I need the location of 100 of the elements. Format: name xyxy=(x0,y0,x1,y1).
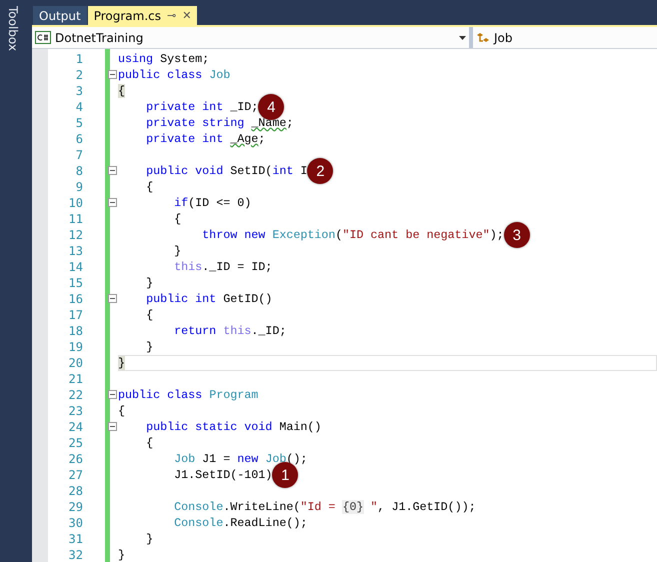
close-icon[interactable]: ✕ xyxy=(182,10,192,21)
editor-tab[interactable]: Program.cs ⊸ ✕ xyxy=(88,6,198,25)
line-number: 4 xyxy=(74,100,83,114)
pin-icon[interactable]: ⊸ xyxy=(166,10,176,21)
code-token: } xyxy=(146,276,154,290)
code-token: GetID() xyxy=(223,292,272,306)
line-number: 5 xyxy=(74,116,83,130)
line-number: 21 xyxy=(68,372,83,386)
collapse-icon[interactable] xyxy=(108,294,117,303)
code-token: { xyxy=(118,84,126,98)
code-token: } xyxy=(174,244,182,258)
code-token: if xyxy=(174,196,188,210)
code-token: Main() xyxy=(279,420,322,434)
line-number: 15 xyxy=(68,276,83,290)
code-token: "ID cant be negative" xyxy=(342,228,490,242)
line-number: 22 xyxy=(68,388,83,402)
line-number: 6 xyxy=(74,132,83,146)
code-token: this xyxy=(223,324,252,338)
line-number: 17 xyxy=(68,308,83,322)
collapse-icon[interactable] xyxy=(108,70,117,79)
code-token: ._ID; xyxy=(251,324,286,338)
code-token: int xyxy=(272,164,294,178)
code-token: , J1.GetID()); xyxy=(378,500,476,514)
code-token: { xyxy=(146,308,154,322)
code-token: J1.SetID(-101) xyxy=(174,468,272,482)
code-token: ; xyxy=(286,116,294,130)
code-token: _Age xyxy=(230,132,258,146)
step-badge: 3 xyxy=(504,222,530,248)
code-token: Job xyxy=(209,68,230,82)
code-token: .WriteLine( xyxy=(223,500,300,514)
code-token: public class xyxy=(118,388,202,402)
code-token: ); xyxy=(490,228,504,242)
code-token: } xyxy=(146,532,154,546)
code-token: { xyxy=(146,180,154,194)
code-token: new xyxy=(237,452,258,466)
collapse-icon[interactable] xyxy=(108,198,117,207)
code-token: .ReadLine(); xyxy=(223,516,308,530)
code-token: private string xyxy=(146,116,246,130)
line-number: 3 xyxy=(74,84,83,98)
code-token: (ID <= 0) xyxy=(188,196,252,210)
code-token: _ID; xyxy=(230,100,258,114)
code-token: J1 = xyxy=(202,452,232,466)
line-number: 9 xyxy=(74,180,83,194)
collapse-icon[interactable] xyxy=(108,422,117,431)
code-token: } xyxy=(118,356,126,370)
code-token: "Id = xyxy=(300,500,336,514)
code-token: { xyxy=(174,212,182,226)
code-token: ; xyxy=(258,132,266,146)
code-token: Program xyxy=(209,388,258,402)
code-token: public class xyxy=(118,68,202,82)
editor-tab[interactable]: Output xyxy=(33,6,87,25)
code-token: return xyxy=(174,324,216,338)
line-number: 32 xyxy=(68,548,83,562)
code-token: I xyxy=(300,164,308,178)
line-number: 19 xyxy=(68,340,83,354)
line-number: 7 xyxy=(74,148,83,162)
line-number: 30 xyxy=(68,516,83,530)
project-dropdown[interactable]: DotnetTraining xyxy=(32,27,469,48)
code-token: ( xyxy=(335,228,342,242)
line-number: 1 xyxy=(74,52,83,66)
code-token: private int xyxy=(146,132,224,146)
collapse-icon[interactable] xyxy=(108,166,117,175)
code-token: public int xyxy=(146,292,216,306)
code-token: Job xyxy=(174,452,196,466)
line-number: 24 xyxy=(68,420,83,434)
code-token: } xyxy=(118,548,126,562)
toolbox-tab[interactable]: Toolbox xyxy=(6,6,20,51)
code-token: public void xyxy=(146,164,224,178)
code-token: { xyxy=(118,404,126,418)
line-number: 26 xyxy=(68,452,83,466)
line-number: 13 xyxy=(68,244,83,258)
dropdown-arrow-icon xyxy=(459,36,466,40)
code-token: Exception xyxy=(272,228,336,242)
line-number: 28 xyxy=(68,484,83,498)
code-token: Console xyxy=(174,500,224,514)
line-number: 10 xyxy=(68,196,83,210)
code-token: } xyxy=(146,340,154,354)
code-token: {0} xyxy=(342,500,364,514)
code-token: throw new xyxy=(202,228,266,242)
code-token: this xyxy=(174,260,202,274)
code-token: SetID( xyxy=(230,164,272,178)
collapse-icon[interactable] xyxy=(108,390,117,399)
code-token: Console xyxy=(174,516,224,530)
member-dropdown[interactable]: Job xyxy=(473,27,657,48)
line-number: 12 xyxy=(68,228,83,242)
code-token: public static void xyxy=(146,420,272,434)
line-number: 2 xyxy=(74,68,83,82)
line-number: 31 xyxy=(68,532,83,546)
code-token: { xyxy=(146,436,154,450)
code-token: private int xyxy=(146,100,224,114)
line-number: 27 xyxy=(68,468,83,482)
code-token: using xyxy=(118,52,154,66)
class-icon xyxy=(476,32,490,44)
line-number: 29 xyxy=(68,500,83,514)
code-token: ._ID = ID; xyxy=(202,260,272,274)
line-number: 23 xyxy=(68,404,83,418)
line-number: 16 xyxy=(68,292,83,306)
line-number: 8 xyxy=(74,164,83,178)
line-number: 25 xyxy=(68,436,83,450)
line-number: 14 xyxy=(68,260,83,274)
